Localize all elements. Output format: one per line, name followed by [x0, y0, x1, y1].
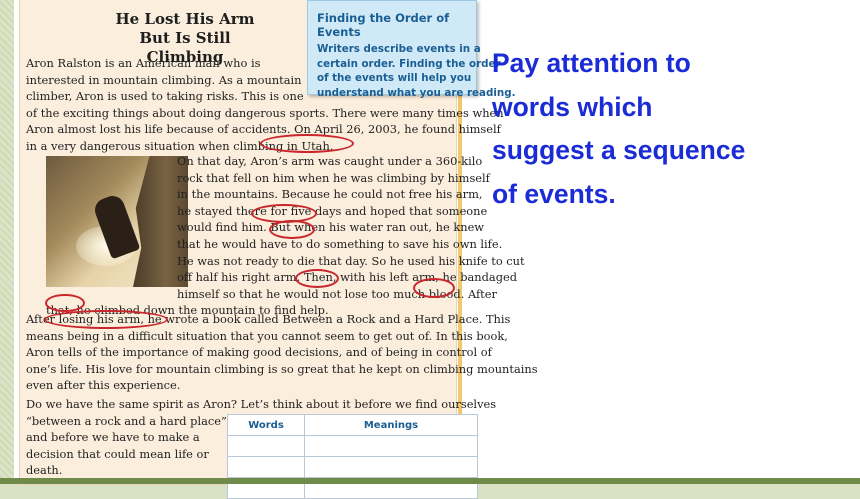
table-cell	[304, 456, 478, 478]
text-line: would find him. But when his water ran o…	[177, 220, 485, 235]
text-line: that he would have to do something to sa…	[177, 236, 503, 251]
slide-bottom-band	[0, 478, 860, 484]
meanings-header: Meanings	[304, 414, 478, 436]
after-paragraph: After losing his arm, he wrote a book ca…	[26, 311, 538, 394]
callout-body: Writers describe events in a certain ord…	[317, 42, 516, 100]
text-line: in the mountains. Because he could not f…	[177, 187, 483, 202]
callout-line: understand what you are reading.	[317, 86, 516, 99]
instruction-line: Pay attention to	[492, 48, 691, 78]
text-line: means being in a difficult situation tha…	[26, 328, 508, 343]
table-cell	[304, 435, 478, 457]
text-line: rock that fell on him when he was climbi…	[177, 170, 490, 185]
words-meanings-table: Words Meanings	[227, 414, 478, 499]
text-line: After losing his arm, he wrote a book ca…	[26, 312, 511, 326]
text-line: off half his right arm. Then, with his l…	[177, 270, 518, 285]
text-line: one’s life. His love for mountain climbi…	[26, 361, 538, 376]
slide-instruction: Pay attention to words which suggest a s…	[492, 42, 822, 216]
instruction-line: suggest a sequence	[492, 135, 746, 165]
title-line-1: He Lost His Arm	[115, 10, 255, 28]
text-line: even after this experience.	[26, 378, 181, 393]
text-line: Aron tells of the importance of making g…	[26, 345, 492, 360]
callout-line: of the events will help you	[317, 72, 472, 84]
text-line: himself so that he would not lose too mu…	[177, 286, 497, 301]
table-row	[227, 435, 478, 457]
story-paragraph: On that day, Aron’s arm was caught under…	[46, 153, 525, 319]
callout-line: Writers describe events in a	[317, 43, 481, 55]
climber-photo	[46, 156, 188, 287]
instruction-line: of events.	[492, 178, 616, 209]
table-cell	[227, 456, 305, 478]
callout-line: certain order. Finding the order	[317, 57, 501, 70]
order-of-events-callout: Finding the Order of Events Writers desc…	[307, 0, 516, 99]
text-line: he stayed there for five days and hoped …	[177, 203, 488, 218]
instruction-line: words which	[492, 91, 653, 122]
text-line: of the exciting things about doing dange…	[26, 105, 504, 120]
text-line: Aron almost lost his life because of acc…	[26, 122, 501, 137]
text-line: Do we have the same spirit as Aron? Let’…	[26, 397, 497, 411]
table-row	[227, 456, 478, 478]
text-line: On that day, Aron’s arm was caught under…	[177, 154, 483, 168]
table-cell	[227, 435, 305, 457]
words-header: Words	[227, 414, 305, 436]
textbook-page: He Lost His Arm But Is Still Climbing Ar…	[20, 0, 538, 499]
text-line: He was not ready to die that day. So he …	[177, 253, 525, 268]
callout-title: Finding the Order of Events	[317, 11, 450, 39]
